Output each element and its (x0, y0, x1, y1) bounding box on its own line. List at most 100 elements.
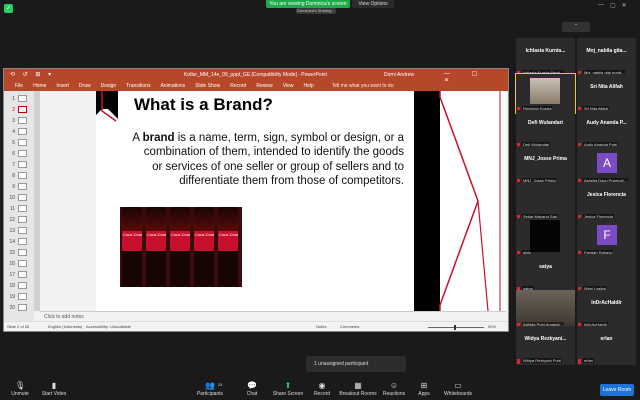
share-screen-icon: ⬆ (284, 381, 292, 390)
slide-thumbnail[interactable]: 16 (7, 259, 33, 270)
maximize-icon[interactable]: ▢ (610, 2, 616, 10)
view-options-button[interactable]: View Options (352, 0, 394, 8)
accessibility-status[interactable]: Accessibility: Unavailable (86, 322, 131, 332)
participant-tile[interactable]: Sri Nita Alifah Sri Nita Alifah (577, 74, 636, 113)
slide-thumbnail[interactable]: 20 (7, 303, 33, 314)
ribbon-tab-insert[interactable]: Insert (51, 81, 74, 91)
slide-thumbnail[interactable]: 7 (7, 160, 33, 171)
whiteboards-button[interactable]: ▭ Whiteboards (438, 382, 478, 398)
slide-thumbnail-number: 6 (12, 151, 15, 157)
breakout-rooms-button[interactable]: ▦ Breakout Rooms (338, 382, 378, 398)
slide-thumbnail[interactable]: 17 (7, 270, 33, 281)
slide-thumbnail-number: 18 (9, 283, 15, 289)
zoom-slider-handle[interactable] (454, 325, 456, 330)
slide-thumbnail[interactable]: 9 (7, 182, 33, 193)
participant-tile[interactable]: Mnj_nabila gita... Mnj_nabila gita nuraf.… (577, 38, 636, 77)
participant-tile[interactable]: alvin (516, 218, 575, 257)
record-button[interactable]: ◉ Record (302, 382, 342, 398)
slide-thumbnail-preview (18, 194, 27, 201)
unassigned-participant-notice[interactable]: 1 unassigned participant (306, 356, 406, 372)
participant-tile[interactable]: F Faridah Rahayu (577, 218, 636, 257)
slide-thumbnail[interactable]: 12 (7, 215, 33, 226)
participant-tile[interactable]: Adhida Putri Anggrai... (516, 290, 575, 329)
slide-thumbnail[interactable]: 14 (7, 237, 33, 248)
slide-thumbnail[interactable]: 1 (7, 94, 33, 105)
comments-button[interactable]: Comments (340, 322, 359, 332)
participants-button[interactable]: 👥 Participants (190, 382, 230, 398)
zoom-toolbar: 🎙 Unmute ▮ Start Video 👥 Participants 💬 Chat… (0, 380, 640, 400)
participant-tile[interactable]: erlan erlan (577, 326, 636, 365)
participant-tile[interactable]: Jesica Florencia Jesica Florencia (577, 182, 636, 221)
participant-display-name: Sri Nita Alifah (590, 84, 623, 90)
notes-button[interactable]: Notes (316, 322, 326, 332)
slide-thumbnail[interactable]: 18 (7, 281, 33, 292)
slide-thumbnail[interactable]: 2 (7, 105, 33, 116)
slide-thumbnail-preview (18, 271, 27, 278)
zoom-level[interactable]: 90% (488, 322, 496, 332)
tell-me-search[interactable]: Tell me what you want to do (327, 81, 399, 91)
participant-display-name: Defi Wulandari (528, 120, 563, 126)
participant-tile[interactable]: Widya Rezkyani... Widya Rezkyani Putri (516, 326, 575, 365)
ribbon-tab-animations[interactable]: Animations (155, 81, 190, 91)
slide-canvas[interactable]: What is a Brand? A brand is a name, term… (96, 91, 506, 311)
slide-thumbnail[interactable]: 5 (7, 138, 33, 149)
slide-thumbnail-preview (18, 95, 27, 102)
apps-label: Apps (418, 391, 430, 397)
notes-pane[interactable]: Click to add notes (40, 311, 506, 321)
gallery-collapse-button[interactable]: ⌃ (562, 22, 590, 32)
slide-thumbnail[interactable]: 8 (7, 171, 33, 182)
ribbon-tab-record[interactable]: Record (225, 81, 251, 91)
participant-tile[interactable]: satya satya (516, 254, 575, 293)
minimize-icon[interactable]: — (598, 2, 604, 10)
participant-tile[interactable]: Ichlasia Kurnia... Ichlasia Kurnia Meyri.… (516, 38, 575, 77)
slide-thumbnail-pane[interactable]: 1 2 3 4 5 6 7 8 9 10 11 12 13 14 15 16 17 18 19 20 (4, 91, 34, 321)
slide-thumbnail-preview (18, 249, 27, 256)
participant-tile[interactable]: A Ashelia Dayu Pramudi... (577, 146, 636, 185)
pane-splitter[interactable] (34, 91, 40, 311)
start-video-button[interactable]: ▮ Start Video (34, 382, 74, 398)
slide-thumbnail[interactable]: 10 (7, 193, 33, 204)
participant-tile[interactable]: InDrAcHaIdIr InDrAcHaIdIr (577, 290, 636, 329)
quick-access-toolbar[interactable]: ⟲ ↺ ⊞ ▾ (10, 71, 54, 78)
ribbon-tab-design[interactable]: Design (96, 81, 122, 91)
close-icon[interactable]: ✕ (622, 2, 627, 10)
zoom-slider-track[interactable] (428, 327, 484, 328)
slide-thumbnail[interactable]: 19 (7, 292, 33, 303)
slide-thumbnail[interactable]: 11 (7, 204, 33, 215)
participant-tile[interactable]: Defi Wulandari Defi Wulandari (516, 110, 575, 149)
ribbon-tab-slide-show[interactable]: Slide Show (190, 81, 225, 91)
language-indicator[interactable]: English (Indonesia) (48, 322, 82, 332)
ribbon-tab-review[interactable]: Review (251, 81, 277, 91)
share-screen-label: Share Screen (272, 391, 304, 397)
ribbon-tab-home[interactable]: Home (28, 81, 51, 91)
slide-thumbnail[interactable]: 13 (7, 226, 33, 237)
ribbon-tab-view[interactable]: View (278, 81, 299, 91)
slide-thumbnail-preview (18, 150, 27, 157)
participant-tile[interactable]: Weni Lasboi (577, 254, 636, 293)
microphone-muted-icon: 🎙 (15, 381, 26, 390)
ribbon-tab-transitions[interactable]: Transitions (121, 81, 155, 91)
slide-thumbnail[interactable]: 15 (7, 248, 33, 259)
participant-tile[interactable]: Audy Ananda P... Audy Ananda Putri (577, 110, 636, 149)
slide-thumbnail-number: 11 (9, 206, 15, 212)
window-controls[interactable]: — ▢ ✕ (598, 2, 638, 10)
ribbon-tab-help[interactable]: Help (298, 81, 318, 91)
ppt-user-name[interactable]: Dorni Andrew (384, 72, 414, 78)
slide-thumbnail-number: 15 (9, 250, 15, 256)
security-shield-icon[interactable]: ✓ (4, 4, 13, 13)
slide-thumbnail-preview (18, 139, 27, 146)
reactions-icon: ☺ (389, 381, 399, 390)
participant-tile[interactable]: Sekar Mayang Sari (516, 182, 575, 221)
slide-thumbnail-preview (18, 205, 27, 212)
leave-room-button[interactable]: Leave Room (600, 384, 634, 396)
ribbon-tab-draw[interactable]: Draw (74, 81, 96, 91)
slide-thumbnail[interactable]: 6 (7, 149, 33, 160)
chat-button[interactable]: 💬 Chat (232, 382, 272, 398)
participant-tile[interactable]: MNJ_Josse Prima MNJ_Josse Prima (516, 146, 575, 185)
ribbon-tab-file[interactable]: File (10, 81, 28, 91)
slide-thumbnail[interactable]: 3 (7, 116, 33, 127)
slide-thumbnail[interactable]: 4 (7, 127, 33, 138)
participant-video (530, 220, 560, 252)
participant-tile[interactable]: Reychan Kostra (515, 73, 576, 114)
viewing-banner: You are viewing Dominica's screen (266, 0, 350, 8)
